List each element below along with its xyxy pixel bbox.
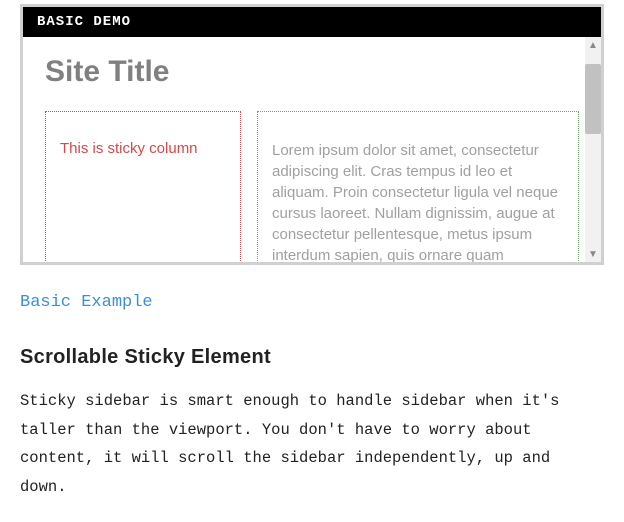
- columns: This is sticky column Lorem ipsum dolor …: [45, 111, 579, 262]
- scroll-down-icon[interactable]: ▼: [585, 246, 601, 262]
- site-title: Site Title: [45, 55, 579, 89]
- scrollbar[interactable]: ▲ ▼: [585, 37, 601, 262]
- demo-header: BASIC DEMO: [23, 7, 601, 37]
- scrollbar-thumb[interactable]: [585, 64, 601, 134]
- demo-frame: BASIC DEMO Site Title This is sticky col…: [20, 4, 604, 265]
- content-column: Lorem ipsum dolor sit amet, consectetur …: [257, 111, 579, 262]
- section-heading: Scrollable Sticky Element: [20, 346, 604, 369]
- sticky-column: This is sticky column: [45, 111, 241, 262]
- demo-content: Site Title This is sticky column Lorem i…: [23, 37, 601, 262]
- body-paragraph: Sticky sidebar is smart enough to handle…: [20, 387, 604, 502]
- scroll-up-icon[interactable]: ▲: [585, 37, 601, 53]
- basic-example-link[interactable]: Basic Example: [20, 293, 153, 312]
